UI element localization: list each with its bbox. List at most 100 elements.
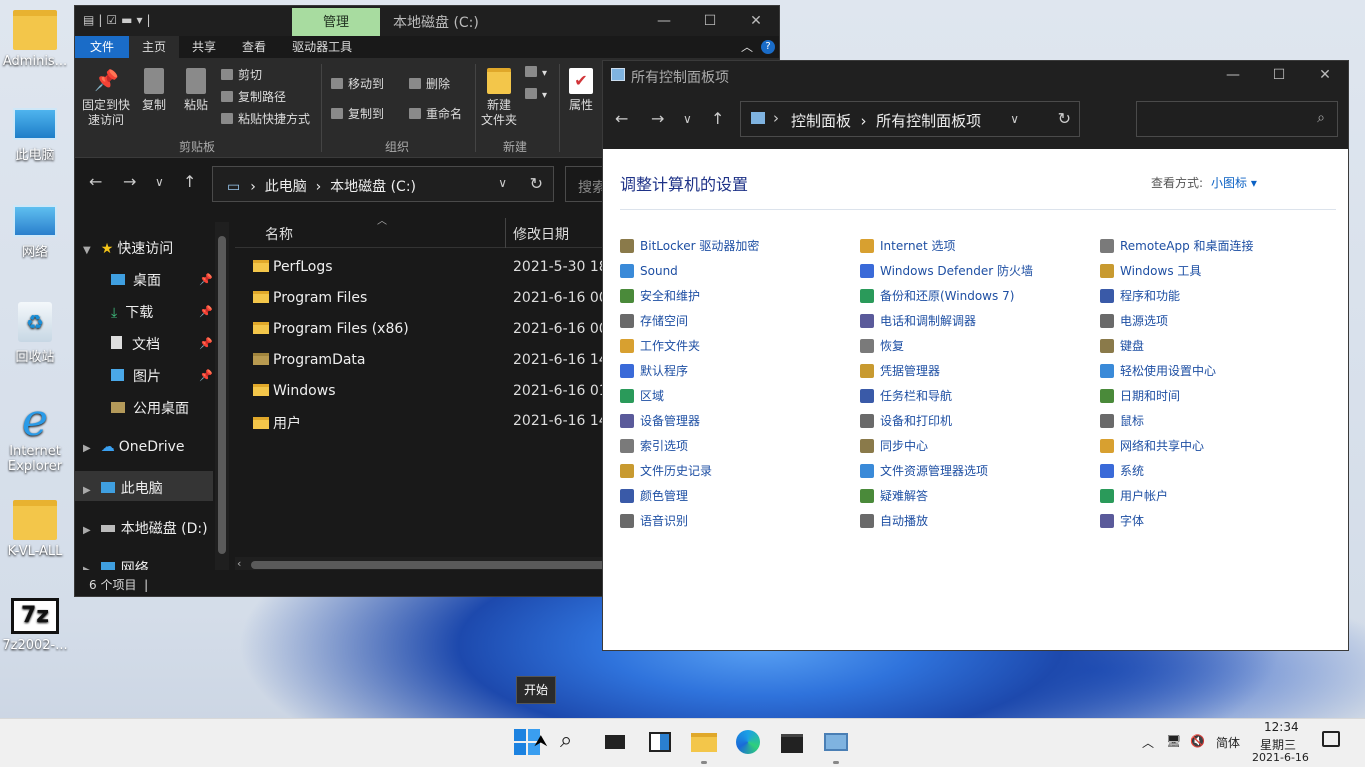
desktop-icon-k-vl-all[interactable]: K-VL-ALL — [0, 500, 70, 559]
move-to-button[interactable]: 移动到 — [331, 75, 384, 92]
nav-scrollbar[interactable] — [215, 222, 229, 578]
desktop-icon-network[interactable]: 网络 — [0, 205, 70, 260]
control-panel-item[interactable]: 电话和调制解调器 — [860, 313, 976, 329]
control-panel-item[interactable]: 同步中心 — [860, 438, 928, 454]
control-panel-item[interactable]: 自动播放 — [860, 513, 928, 529]
copy-button[interactable]: 复制 — [137, 68, 171, 113]
control-panel-item[interactable]: 安全和维护 — [620, 288, 700, 304]
minimize-button[interactable]: — — [1210, 61, 1256, 89]
control-panel-item[interactable]: 默认程序 — [620, 363, 688, 379]
close-button[interactable]: ✕ — [733, 6, 779, 36]
copy-to-button[interactable]: 复制到 — [331, 105, 384, 122]
clock-date[interactable]: 2021-6-16 — [1252, 751, 1309, 764]
paste-shortcut-button[interactable]: 粘贴快捷方式 — [221, 110, 310, 127]
control-panel-item[interactable]: 区域 — [620, 388, 664, 404]
control-panel-item[interactable]: 文件资源管理器选项 — [860, 463, 988, 479]
column-separator[interactable] — [505, 218, 506, 248]
file-explorer-taskbar-button[interactable] — [691, 729, 717, 755]
clock-time[interactable]: 12:34 — [1264, 720, 1299, 734]
volume-muted-icon[interactable]: 🔇 — [1190, 734, 1205, 748]
recent-locations-icon[interactable]: ∨ — [155, 175, 164, 189]
nav-item-documents[interactable]: 文档 — [111, 334, 160, 354]
refresh-icon[interactable]: ↻ — [1058, 109, 1071, 128]
up-arrow-icon[interactable]: ↑ — [711, 109, 724, 128]
control-panel-item[interactable]: 用户帐户 — [1100, 488, 1168, 504]
control-panel-item[interactable]: BitLocker 驱动器加密 — [620, 238, 759, 254]
tab-view[interactable]: 查看 — [229, 36, 279, 58]
scrollbar-thumb[interactable] — [218, 236, 226, 554]
control-panel-item[interactable]: 系统 — [1100, 463, 1144, 479]
search-input[interactable]: ⌕ — [1136, 101, 1338, 137]
address-bar[interactable]: ▭ › 此电脑 › 本地磁盘 (C:) ∨ ↻ — [212, 166, 554, 202]
control-panel-item[interactable]: 备份和还原(Windows 7) — [860, 288, 1014, 304]
file-row[interactable]: Program Files — [253, 290, 367, 306]
easy-access-button[interactable]: ▾ — [525, 88, 547, 101]
control-panel-item[interactable]: 凭据管理器 — [860, 363, 940, 379]
nav-this-pc[interactable]: ▶ 此电脑 — [83, 478, 163, 498]
collapse-ribbon-icon[interactable]: ︿ — [741, 36, 753, 58]
maximize-button[interactable]: ☐ — [687, 6, 733, 36]
minimize-button[interactable]: — — [641, 6, 687, 36]
control-panel-item[interactable]: 日期和时间 — [1100, 388, 1180, 404]
nav-item-public-desktop[interactable]: 公用桌面 — [111, 398, 189, 418]
control-panel-item[interactable]: 文件历史记录 — [620, 463, 712, 479]
back-arrow-icon[interactable]: ← — [89, 172, 102, 191]
address-dropdown-icon[interactable]: ∨ — [1010, 112, 1019, 126]
control-panel-item[interactable]: 恢复 — [860, 338, 904, 354]
nav-item-desktop[interactable]: 桌面 — [111, 270, 161, 290]
quick-access-toolbar[interactable]: ▤|☑▬▾| — [83, 13, 155, 27]
control-panel-window[interactable]: 所有控制面板项 — ☐ ✕ ← → ∨ ↑ › 控制面板 › 所有控制面板项 ∨… — [602, 60, 1349, 651]
address-bar[interactable]: › 控制面板 › 所有控制面板项 ∨ ↻ — [740, 101, 1080, 137]
show-hidden-icons[interactable]: ︿ — [1142, 734, 1154, 751]
pin-quick-access-button[interactable]: 📌 固定到快 速访问 — [81, 68, 131, 128]
edge-button[interactable] — [735, 729, 761, 755]
column-date[interactable]: 修改日期 — [513, 224, 569, 244]
new-folder-button[interactable]: 新建 文件夹 — [479, 68, 519, 128]
forward-arrow-icon[interactable]: → — [123, 172, 136, 191]
tab-share[interactable]: 共享 — [179, 36, 229, 58]
desktop-icon-internet-explorer[interactable]: e Internet Explorer — [0, 399, 70, 475]
control-panel-taskbar-button[interactable] — [823, 729, 849, 755]
control-panel-item[interactable]: 颜色管理 — [620, 488, 688, 504]
file-row[interactable]: PerfLogs — [253, 259, 333, 275]
control-panel-item[interactable]: Windows Defender 防火墙 — [860, 263, 1033, 279]
breadcrumb-all-items[interactable]: 所有控制面板项 — [876, 112, 981, 130]
nav-item-downloads[interactable]: ⤓ 下载 — [111, 302, 153, 322]
widgets-button[interactable] — [647, 729, 673, 755]
control-panel-item[interactable]: Sound — [620, 263, 678, 279]
control-panel-titlebar[interactable]: 所有控制面板项 — ☐ ✕ — [603, 61, 1348, 89]
close-button[interactable]: ✕ — [1302, 61, 1348, 89]
nav-item-pictures[interactable]: 图片 — [111, 366, 161, 386]
store-button[interactable] — [779, 729, 805, 755]
control-panel-item[interactable]: 存储空间 — [620, 313, 688, 329]
desktop-icon-recycle-bin[interactable]: ♻ 回收站 — [0, 302, 70, 365]
control-panel-item[interactable]: 设备管理器 — [620, 413, 700, 429]
control-panel-item[interactable]: 字体 — [1100, 513, 1144, 529]
control-panel-item[interactable]: 疑难解答 — [860, 488, 928, 504]
control-panel-item[interactable]: 电源选项 — [1100, 313, 1168, 329]
recent-locations-icon[interactable]: ∨ — [683, 112, 692, 126]
paste-button[interactable]: 粘贴 — [179, 68, 213, 113]
control-panel-item[interactable]: 轻松使用设置中心 — [1100, 363, 1216, 379]
new-item-button[interactable]: ▾ — [525, 66, 547, 79]
control-panel-item[interactable]: 工作文件夹 — [620, 338, 700, 354]
tab-manage-context[interactable]: 管理 — [292, 8, 380, 36]
maximize-button[interactable]: ☐ — [1256, 61, 1302, 89]
breadcrumb-drive-c[interactable]: 本地磁盘 (C:) — [330, 179, 416, 195]
control-panel-item[interactable]: 索引选项 — [620, 438, 688, 454]
cut-button[interactable]: 剪切 — [221, 66, 262, 83]
nav-drive-d[interactable]: ▶ 本地磁盘 (D:) — [83, 518, 208, 538]
column-name[interactable]: 名称 — [265, 224, 293, 244]
help-icon[interactable]: ? — [761, 40, 775, 54]
tab-home[interactable]: 主页 — [129, 36, 180, 58]
control-panel-item[interactable]: 语音识别 — [620, 513, 688, 529]
tab-drive-tools[interactable]: 驱动器工具 — [279, 36, 365, 58]
task-view-button[interactable] — [603, 729, 629, 755]
desktop-icon-this-pc[interactable]: 此电脑 — [0, 108, 70, 163]
up-arrow-icon[interactable]: ↑ — [183, 172, 196, 191]
control-panel-item[interactable]: RemoteApp 和桌面连接 — [1100, 238, 1254, 254]
control-panel-item[interactable]: 鼠标 — [1100, 413, 1144, 429]
rename-button[interactable]: 重命名 — [409, 105, 462, 122]
explorer-titlebar[interactable]: ▤|☑▬▾| 管理 本地磁盘 (C:) — ☐ ✕ — [75, 6, 779, 36]
desktop-icon-admin-folder[interactable]: Adminis... — [0, 10, 70, 69]
